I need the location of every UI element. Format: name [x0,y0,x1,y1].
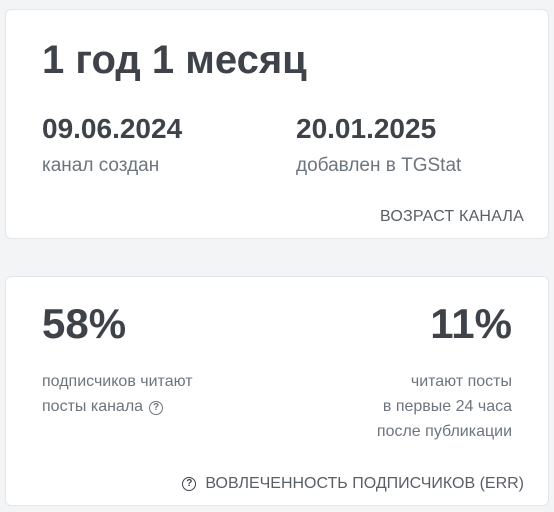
readers-percent-description: подписчиков читают посты канала? [42,369,193,419]
created-date: 09.06.2024 [42,113,183,144]
engagement-err-card: 58% 11% подписчиков читают посты канала?… [5,276,549,506]
readers-desc-text: посты канала [42,398,144,415]
channel-age-card: 1 год 1 месяц 09.06.2024 канал создан 20… [5,9,549,239]
engagement-footer: ? ВОВЛЕЧЕННОСТЬ ПОДПИСЧИКОВ (ERR) [182,474,524,494]
channel-age-footer: ВОЗРАСТ КАНАЛА [380,208,524,225]
channel-age-title: 1 год 1 месяц [42,38,307,82]
readers-24h-percent: 11% [430,300,512,347]
created-date-block: 09.06.2024 канал создан [42,112,182,178]
readers-24h-desc-line: после публикации [376,423,512,440]
engagement-footer-label: ВОВЛЕЧЕННОСТЬ ПОДПИСЧИКОВ (ERR) [205,475,524,492]
readers-24h-description: читают посты в первые 24 часа после публ… [377,369,512,444]
readers-desc-line: посты канала? [42,394,193,419]
readers-24h-desc-line: читают посты [410,373,512,390]
added-date: 20.01.2025 [296,113,437,144]
question-circle-icon[interactable]: ? [182,477,197,491]
readers-24h-desc-line: в первые 24 часа [382,398,512,415]
readers-desc-line: подписчиков читают [42,373,193,390]
question-circle-icon[interactable]: ? [149,401,164,415]
readers-percent: 58% [42,300,127,347]
created-date-label: канал создан [42,155,160,176]
added-date-label: добавлен в TGStat [296,155,462,176]
added-date-block: 20.01.2025 добавлен в TGStat [296,112,461,178]
